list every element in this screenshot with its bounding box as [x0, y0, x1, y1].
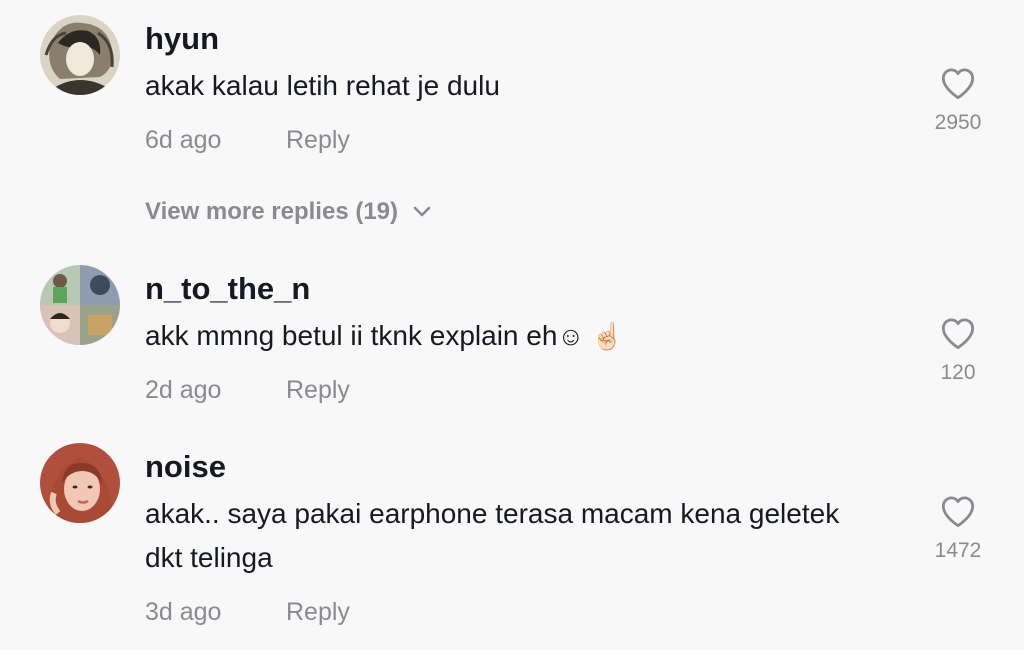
heart-outline-icon	[941, 68, 975, 100]
comment-username[interactable]: noise	[145, 451, 226, 482]
reply-button[interactable]: Reply	[286, 600, 350, 625]
comment-timestamp: 3d ago	[145, 598, 222, 626]
comment-text-body: akk mmng betul ii tknk explain eh	[145, 320, 558, 351]
chevron-down-icon	[413, 206, 431, 217]
avatar[interactable]	[40, 443, 120, 523]
comment-text: akak.. saya pakai earphone terasa macam …	[145, 498, 840, 573]
like-count: 2950	[934, 111, 982, 134]
emoji: ☺ ☝🏻	[557, 321, 624, 351]
heart-outline-icon	[941, 318, 975, 350]
view-more-replies-button[interactable]: View more replies (19)	[145, 200, 432, 224]
like-button[interactable]: 120	[918, 316, 998, 383]
avatar[interactable]	[40, 265, 120, 345]
like-count: 1472	[934, 539, 982, 562]
comment-username[interactable]: n_to_the_n	[145, 273, 310, 304]
like-count: 120	[940, 361, 976, 384]
comment-list: hyun akak kalau letih rehat je dulu 6d a…	[0, 0, 1024, 650]
comment-username[interactable]: hyun	[145, 23, 219, 54]
like-button[interactable]: 1472	[918, 494, 998, 561]
comment-text: akak kalau letih rehat je dulu	[145, 70, 500, 101]
comment-timestamp: 6d ago	[145, 126, 222, 154]
reply-button[interactable]: Reply	[286, 128, 350, 153]
comment-meta: 3d ago Reply	[145, 598, 350, 626]
like-button[interactable]: 2950	[918, 66, 998, 133]
reply-button[interactable]: Reply	[286, 378, 350, 403]
avatar[interactable]	[40, 15, 120, 95]
comment-text: akk mmng betul ii tknk explain eh☺ ☝🏻	[145, 314, 865, 358]
comment-meta: 2d ago Reply	[145, 376, 350, 404]
heart-outline-icon	[941, 496, 975, 528]
comment-meta: 6d ago Reply	[145, 126, 350, 154]
comment-timestamp: 2d ago	[145, 376, 222, 404]
view-more-replies-label: View more replies (19)	[145, 198, 399, 225]
